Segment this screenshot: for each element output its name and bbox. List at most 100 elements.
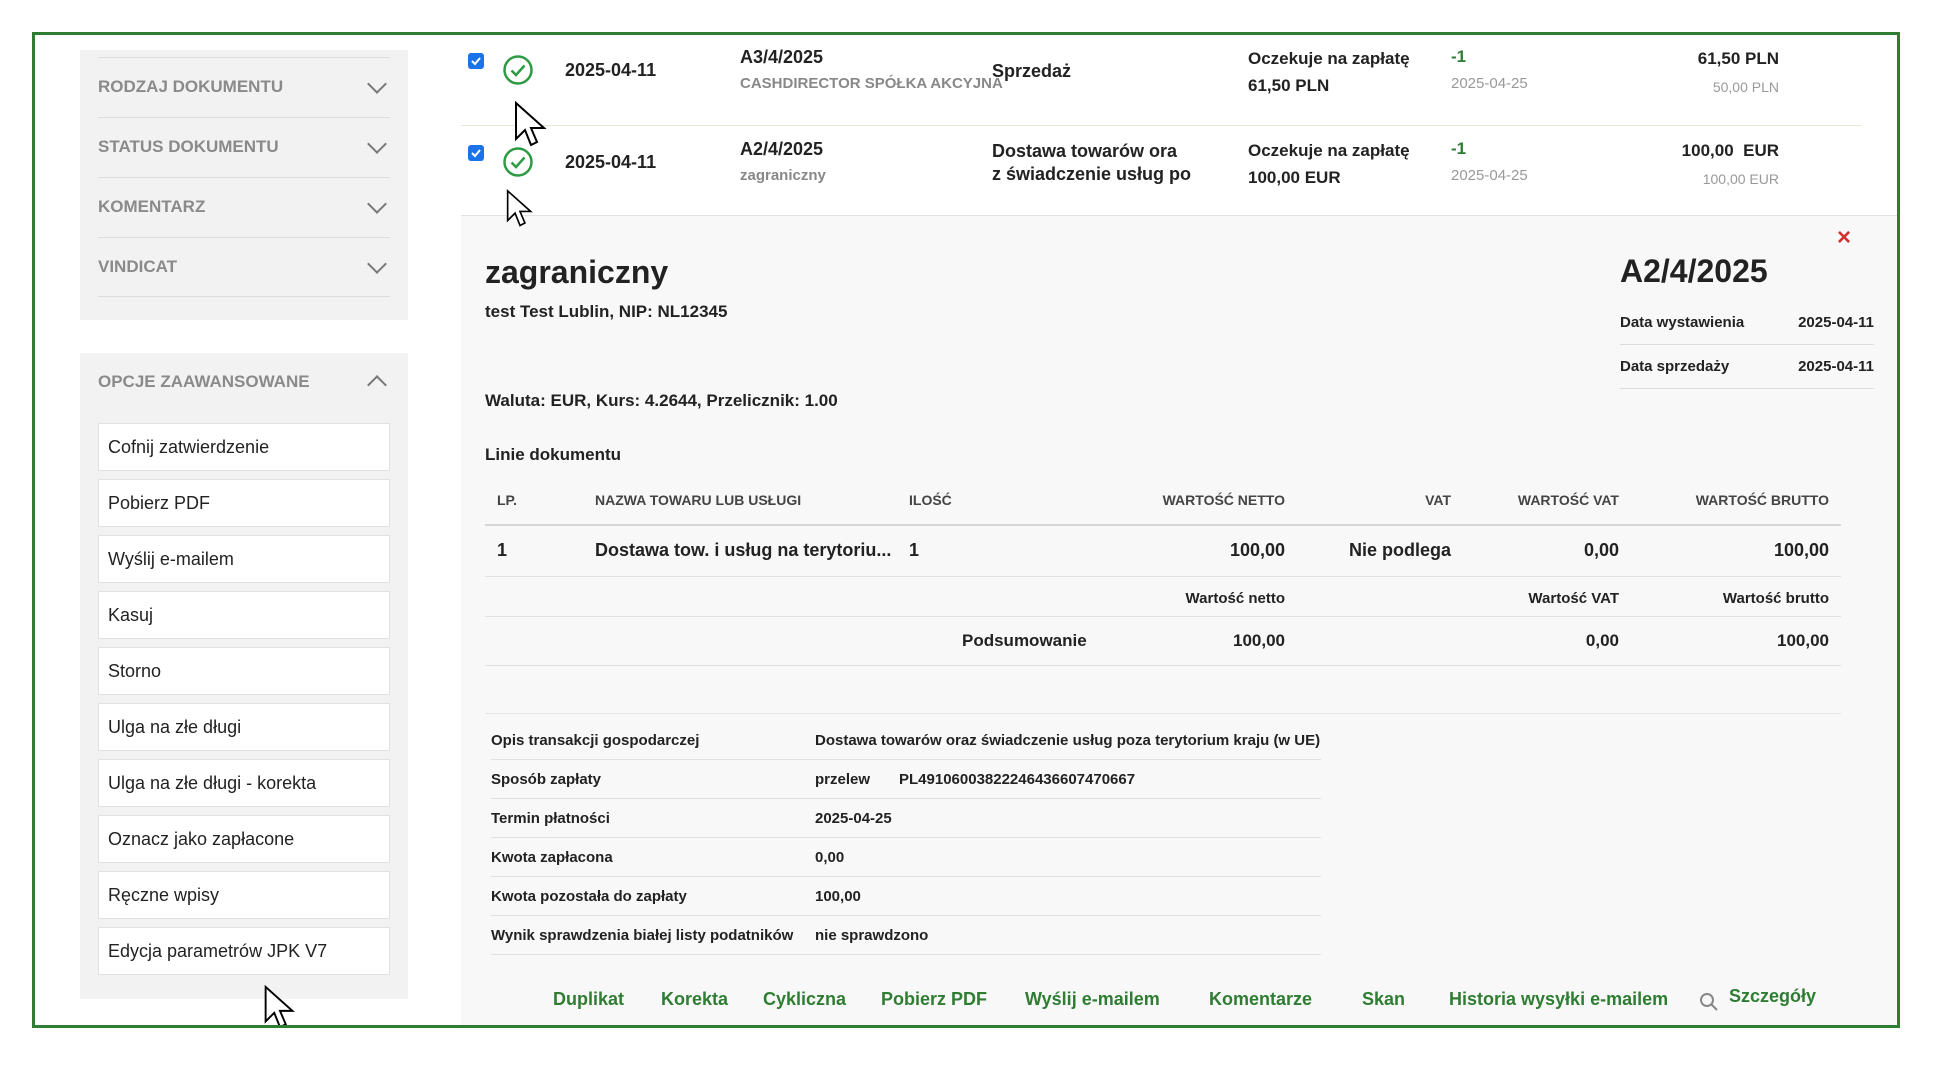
row-amount: 100,00 EUR [1681,141,1779,160]
issue-date-label: Data wystawienia [1620,313,1745,331]
line-net: 100,00 [1229,540,1285,560]
info-row: Termin płatności 2025-04-25 [491,799,1321,838]
chevron-down-icon [367,134,387,154]
row-amount-net: 100,00 EUR [1702,171,1779,187]
duplicate-link[interactable]: Duplikat [553,989,624,1010]
info-value: 0,00 [815,849,845,866]
info-value: nie sprawdzono [815,927,929,944]
send-email-button[interactable]: Wyślij e-mailem [98,535,390,583]
row-status: Oczekuje na zapłatę 100,00 EUR [1248,137,1410,191]
col-vat: VAT [1425,492,1451,508]
mouse-cursor-icon [515,101,547,147]
search-icon [1700,993,1718,1011]
row-type: Sprzedaż [992,60,1071,83]
document-detail-panel: × zagraniczny test Test Lublin, NIP: NL1… [461,215,1897,1025]
manual-entries-button[interactable]: Ręczne wpisy [98,871,390,919]
chevron-down-icon [367,254,387,274]
info-divider [485,713,1841,714]
send-email-link[interactable]: Wyślij e-mailem [1025,989,1160,1010]
sum-gross-label: Wartość brutto [1722,590,1829,607]
table-row[interactable]: 2025-04-11 A3/4/2025 CASHDIRECTOR SPÓŁKA… [461,35,1861,127]
issue-date-row: Data wystawienia 2025-04-11 [1620,300,1874,345]
filter-document-type[interactable]: RODZAJ DOKUMENTU [98,57,390,116]
row-type-line1: Dostawa towarów ora [992,141,1178,161]
detail-actions-bar: Duplikat Korekta Cykliczna Pobierz PDF W… [461,986,1897,1025]
info-value: 100,00 [815,888,861,905]
advanced-options-panel: OPCJE ZAAWANSOWANE Cofnij zatwierdzenie … [80,353,408,999]
info-label: Kwota zapłacona [491,849,613,866]
col-net: WARTOŚĆ NETTO [1162,492,1285,508]
row-divider [461,125,1861,126]
mark-as-paid-button[interactable]: Oznacz jako zapłacone [98,815,390,863]
download-pdf-link[interactable]: Pobierz PDF [881,989,987,1010]
filter-label: KOMENTARZ [98,197,206,216]
row-status: Oczekuje na zapłatę 61,50 PLN [1248,45,1410,99]
row-customer: zagraniczny [740,167,826,184]
advanced-options-header[interactable]: OPCJE ZAAWANSOWANE [98,353,390,411]
app-frame: RODZAJ DOKUMENTU STATUS DOKUMENTU KOMENT… [32,32,1900,1028]
info-label: Sposób zapłaty [491,771,602,788]
summary-label: Podsumowanie [962,631,1087,650]
info-row: Opis transakcji gospodarczej Dostawa tow… [491,721,1321,760]
row-checkbox[interactable] [468,53,484,69]
recurring-link[interactable]: Cykliczna [763,989,846,1010]
info-row: Sposób zapłaty przelew PL491060038222464… [491,760,1321,799]
detail-doc-number: A2/4/2025 [1620,253,1768,289]
bad-debt-relief-button[interactable]: Ulga na złe długi [98,703,390,751]
detail-customer-info: test Test Lublin, NIP: NL12345 [485,302,728,321]
filter-document-status[interactable]: STATUS DOKUMENTU [98,117,390,176]
sum-gross-value: 100,00 [1777,631,1829,650]
info-row: Kwota pozostała do zapłaty 100,00 [491,877,1321,916]
correction-link[interactable]: Korekta [661,989,728,1010]
email-history-link[interactable]: Historia wysyłki e-mailem [1449,989,1668,1010]
summary-row: Podsumowanie 100,00 0,00 100,00 [485,617,1841,666]
row-due-date: 2025-04-25 [1451,167,1528,184]
info-label: Opis transakcji gospodarczej [491,732,700,749]
delete-button[interactable]: Kasuj [98,591,390,639]
line-qty: 1 [909,540,920,560]
line-lp: 1 [497,540,508,560]
comments-link[interactable]: Komentarze [1209,989,1312,1010]
filters-panel: RODZAJ DOKUMENTU STATUS DOKUMENTU KOMENT… [80,50,408,320]
filter-label: RODZAJ DOKUMENTU [98,77,284,96]
row-type-line2: z świadczenie usług po [992,164,1192,184]
row-type: Dostawa towarów ora z świadczenie usług … [992,140,1191,186]
col-lp: LP. [497,492,517,508]
row-doc-number[interactable]: A3/4/2025 [740,47,823,68]
row-amount-net: 50,00 PLN [1712,79,1779,95]
close-icon[interactable]: × [1837,224,1851,252]
row-days: -1 [1451,139,1467,158]
undo-approval-button[interactable]: Cofnij zatwierdzenie [98,423,390,471]
chevron-up-icon [367,375,387,395]
jpk-v7-params-button[interactable]: Edycja parametrów JPK V7 [98,927,390,975]
chevron-down-icon [367,194,387,214]
row-days: -1 [1451,47,1467,66]
scan-link[interactable]: Skan [1362,989,1405,1010]
info-value: Dostawa towarów oraz świadczenie usług p… [815,732,1321,749]
storno-button[interactable]: Storno [98,647,390,695]
filter-label: VINDICAT [98,257,178,276]
issue-date-value: 2025-04-11 [1798,313,1874,331]
sum-vat-value: 0,00 [1585,631,1619,650]
page: RODZAJ DOKUMENTU STATUS DOKUMENTU KOMENT… [35,35,1897,1025]
filter-label: STATUS DOKUMENTU [98,137,279,156]
document-lines-title: Linie dokumentu [485,445,621,464]
row-checkbox[interactable] [468,145,484,161]
details-link[interactable]: Szczegóły [1729,986,1816,1007]
approved-check-icon [503,55,533,85]
col-vat-value: WARTOŚĆ VAT [1517,492,1619,508]
bank-account: PL49106003822246436607470667 [899,771,1136,788]
download-pdf-button[interactable]: Pobierz PDF [98,479,390,527]
row-doc-number[interactable]: A2/4/2025 [740,139,823,160]
line-name: Dostawa tow. i usług na terytoriu... [595,540,892,560]
chevron-down-icon [367,74,387,94]
sum-net-value: 100,00 [1233,631,1285,650]
sale-date-label: Data sprzedaży [1620,357,1730,375]
lines-table-header: LP. NAZWA TOWARU LUB USŁUGI ILOŚĆ WARTOŚ… [485,474,1841,526]
currency-info: Waluta: EUR, Kurs: 4.2644, Przelicznik: … [485,391,838,410]
filter-comment[interactable]: KOMENTARZ [98,177,390,236]
table-row[interactable]: 2025-04-11 A2/4/2025 zagraniczny Dostawa… [461,127,1861,219]
filter-vindicat[interactable]: VINDICAT [98,237,390,297]
row-type-line1: Sprzedaż [992,61,1072,81]
bad-debt-relief-correction-button[interactable]: Ulga na złe długi - korekta [98,759,390,807]
